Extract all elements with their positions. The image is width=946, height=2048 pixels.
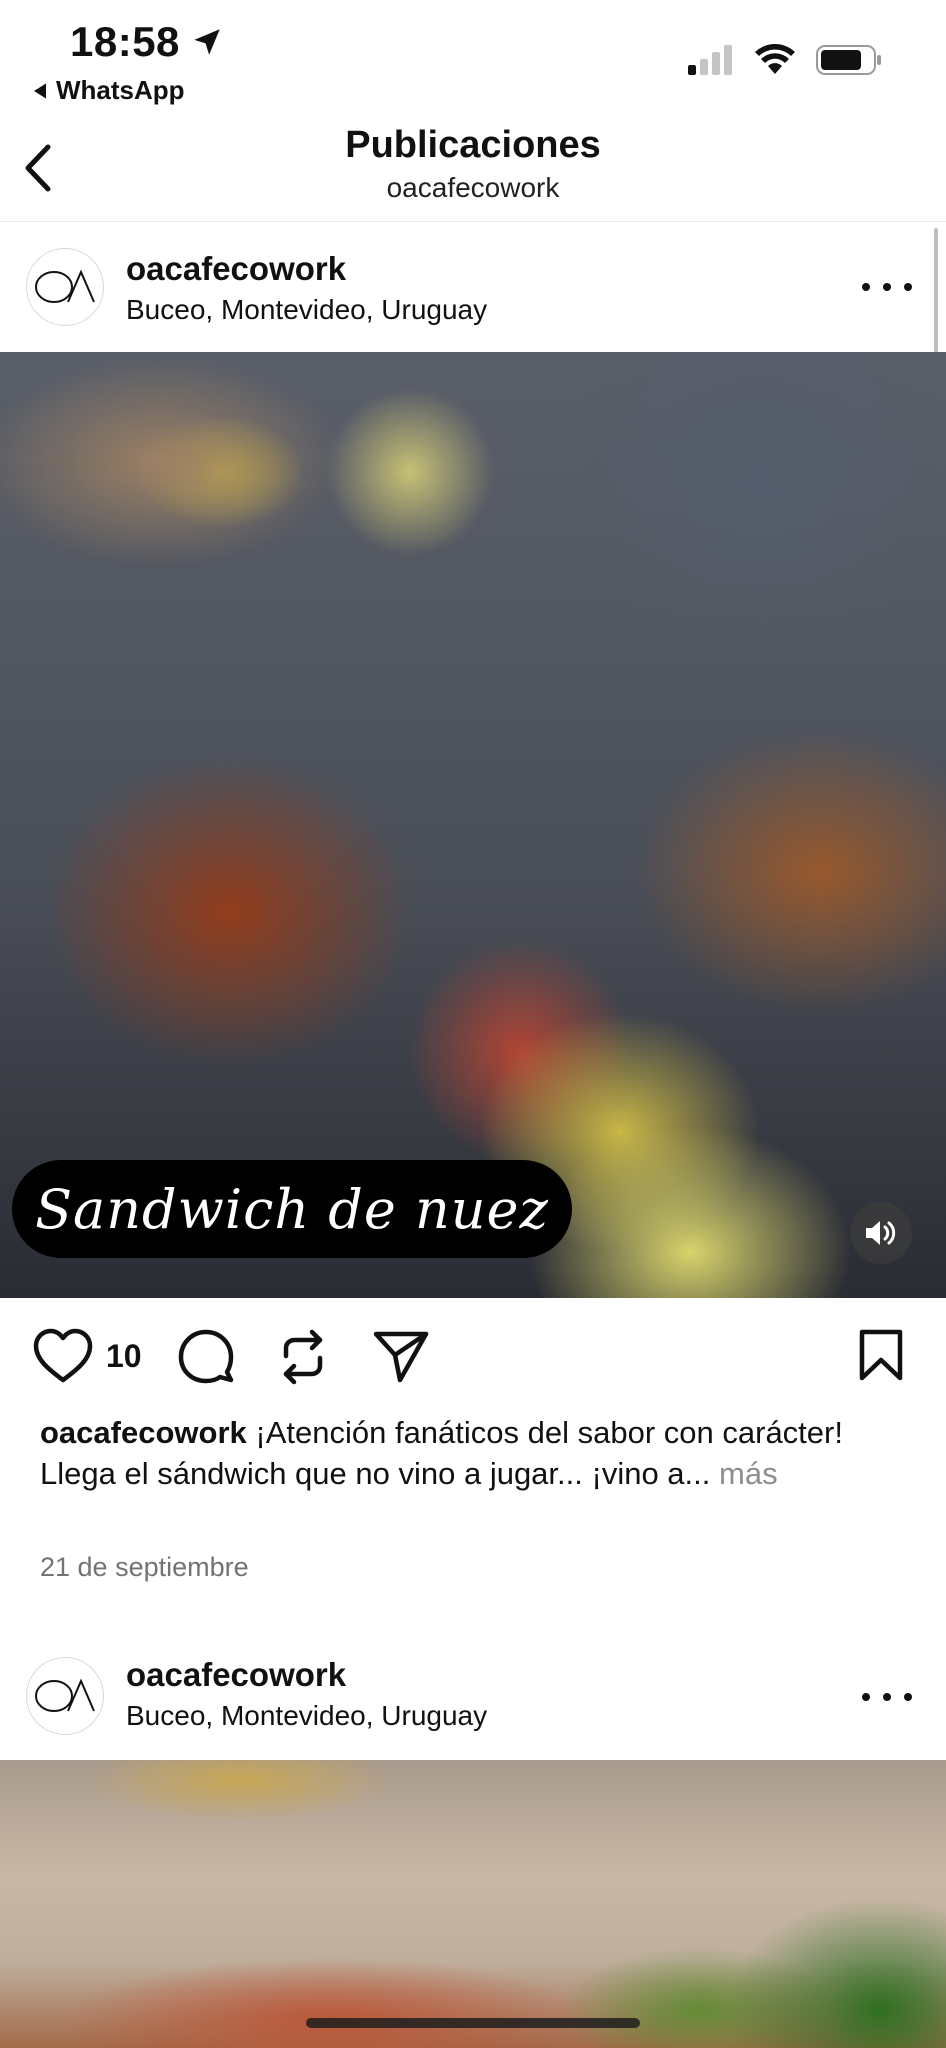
dot-icon [904, 1693, 912, 1701]
dot-icon [862, 1693, 870, 1701]
post-header: oacafecowork Buceo, Montevideo, Uruguay [0, 222, 946, 352]
status-time: 18:58 [70, 18, 224, 66]
nav-header: Publicaciones oacafecowork [0, 112, 946, 222]
page-subtitle[interactable]: oacafecowork [0, 172, 946, 204]
post-caption: oacafecowork ¡Atención fanáticos del sab… [40, 1412, 920, 1494]
avatar[interactable] [26, 1657, 104, 1735]
bookmark-icon [859, 1329, 903, 1381]
post-location[interactable]: Buceo, Montevideo, Uruguay [126, 294, 487, 326]
oa-logo-icon [35, 269, 95, 303]
audio-toggle-button[interactable] [850, 1202, 912, 1264]
post-username[interactable]: oacafecowork [126, 250, 346, 288]
signal-icon [688, 45, 732, 75]
post-header-2: oacafecowork Buceo, Montevideo, Uruguay [0, 1630, 946, 1760]
back-to-whatsapp[interactable]: WhatsApp [32, 75, 185, 106]
share-button[interactable] [372, 1328, 430, 1384]
caption-text-line1: ¡Atención fanáticos del sabor con caráct… [246, 1415, 843, 1450]
location-arrow-icon [194, 29, 220, 55]
caption-more-link[interactable]: más [719, 1456, 778, 1491]
repost-button[interactable] [278, 1328, 328, 1386]
page-title: Publicaciones [345, 124, 601, 166]
post-date: 21 de septiembre [40, 1552, 249, 1582]
repost-icon [283, 1329, 323, 1385]
caption-text-line2: Llega el sándwich que no vino a jugar...… [40, 1456, 711, 1491]
dot-icon [883, 1693, 891, 1701]
post-media-image[interactable] [0, 1760, 946, 2048]
status-icons [688, 44, 882, 76]
comment-button[interactable] [178, 1328, 234, 1384]
more-options-button[interactable] [862, 1682, 912, 1712]
like-count[interactable]: 10 [106, 1338, 142, 1375]
avatar[interactable] [26, 248, 104, 326]
paper-plane-icon [373, 1331, 429, 1383]
post-actions: 10 [0, 1298, 946, 1418]
home-indicator[interactable] [306, 2018, 640, 2028]
dot-icon [904, 283, 912, 291]
status-time-text: 18:58 [70, 18, 180, 65]
save-button[interactable] [858, 1328, 904, 1382]
more-options-button[interactable] [862, 272, 912, 302]
media-caption-pill: Sandwich de nuez [12, 1160, 572, 1258]
post-username[interactable]: oacafecowork [126, 1656, 346, 1694]
dot-icon [883, 283, 891, 291]
wifi-icon [755, 44, 795, 74]
status-bar: 18:58 WhatsApp [0, 0, 946, 112]
post-location[interactable]: Buceo, Montevideo, Uruguay [126, 1700, 487, 1732]
caption-username[interactable]: oacafecowork [40, 1415, 247, 1450]
back-triangle-icon [34, 83, 46, 98]
heart-icon [33, 1328, 93, 1383]
oa-logo-icon [35, 1678, 95, 1712]
like-button[interactable]: 10 [32, 1328, 142, 1384]
post-media-video[interactable]: Sandwich de nuez [0, 352, 946, 1298]
speaker-icon [866, 1221, 896, 1245]
battery-icon [816, 45, 881, 75]
comment-icon [178, 1329, 234, 1384]
back-app-label: WhatsApp [56, 75, 185, 105]
dot-icon [862, 283, 870, 291]
